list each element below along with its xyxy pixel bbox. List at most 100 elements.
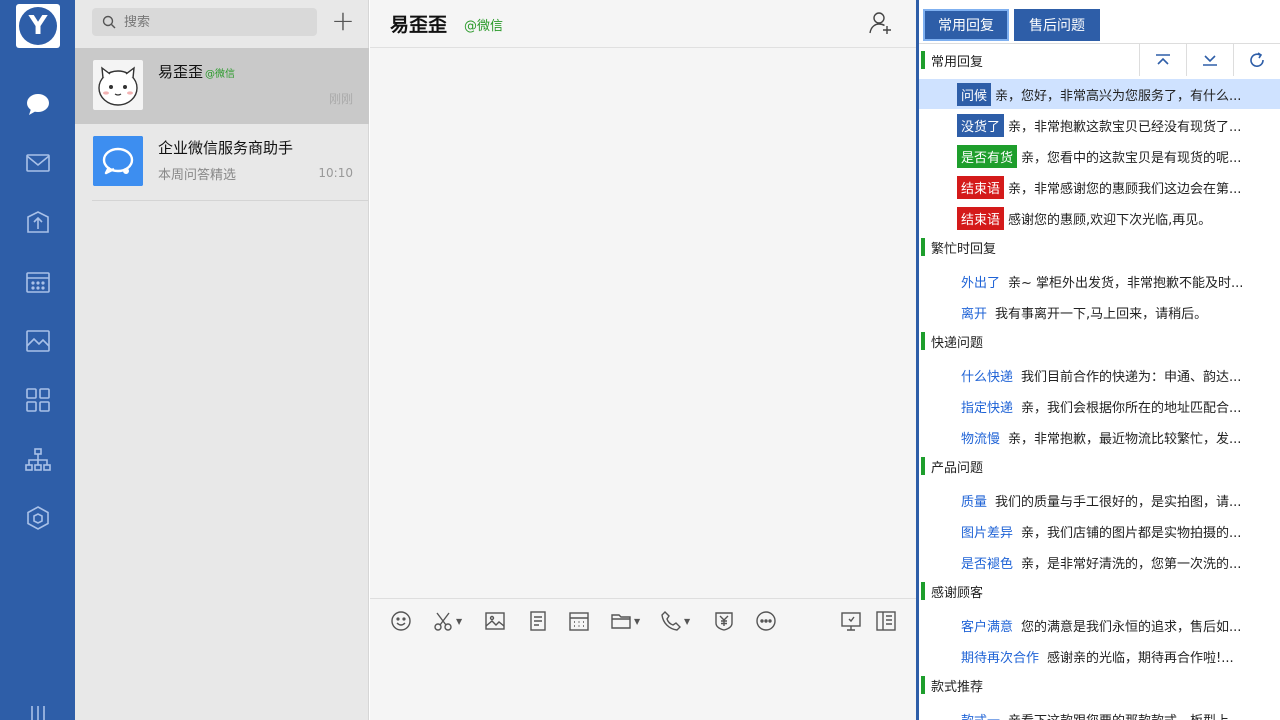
gallery-icon[interactable] xyxy=(22,325,54,357)
chat-toolbar: ▼ ▼ ▼ xyxy=(370,598,916,642)
box-icon[interactable] xyxy=(22,207,54,239)
image-icon[interactable] xyxy=(484,609,506,633)
reply-key: 款式一 xyxy=(957,708,1004,720)
folder-icon[interactable]: ▼ xyxy=(610,609,640,633)
quick-reply-panel: 常用回复 售后问题 常用回复 问候 亲，您好，非常高兴为您服务了，有什么... 没货了… xyxy=(916,0,1280,720)
chat-title: 易歪歪 xyxy=(390,14,448,36)
reply-row[interactable]: 问候 亲，您好，非常高兴为您服务了，有什么... xyxy=(919,79,1280,109)
conversation-time: 刚刚 xyxy=(328,92,353,106)
section-title: 快递问题 xyxy=(931,335,984,351)
reply-text: 您的满意是我们永恒的追求，售后如... xyxy=(1021,619,1242,635)
message-area[interactable] xyxy=(370,48,916,598)
reply-text: 亲，非常抱歉，最近物流比较繁忙，发... xyxy=(1008,431,1242,447)
reply-text: 亲，您看中的这款宝贝是有现货的呢... xyxy=(1021,150,1242,166)
search-icon xyxy=(102,15,116,29)
settings-icon[interactable] xyxy=(22,700,54,720)
reply-row[interactable]: 物流慢 亲，非常抱歉，最近物流比较繁忙，发... xyxy=(919,422,1280,452)
tab-after-sales[interactable]: 售后问题 xyxy=(1014,9,1100,41)
payment-icon[interactable] xyxy=(713,609,735,633)
reply-row[interactable]: 是否有货 亲，您看中的这款宝贝是有现货的呢... xyxy=(919,141,1280,171)
reply-key: 物流慢 xyxy=(961,431,1001,447)
conversation-item[interactable]: 易歪歪 @微信 刚刚 xyxy=(75,48,369,124)
apps-icon[interactable] xyxy=(22,384,54,416)
reply-key: 图片差异 xyxy=(961,525,1014,541)
section-header[interactable]: 款式推荐 xyxy=(921,671,1280,699)
reply-text: 亲，是非常好清洗的，您第一次洗的... xyxy=(1021,556,1242,572)
section-title: 常用回复 xyxy=(931,54,984,70)
section-header[interactable]: 快递问题 xyxy=(921,327,1280,355)
reply-text: 感谢您的惠顾,欢迎下次光临,再见。 xyxy=(1008,212,1212,228)
calculator-icon[interactable] xyxy=(568,609,590,633)
calendar-icon[interactable] xyxy=(22,266,54,298)
reply-key: 质量 xyxy=(961,494,988,510)
cube-icon[interactable] xyxy=(22,502,54,534)
reply-row[interactable]: 离开 我有事离开一下,马上回来，请稍后。 xyxy=(919,297,1280,327)
chat-area: 易歪歪 @微信 ▼ ▼ ▼ xyxy=(370,0,916,720)
chat-icon[interactable] xyxy=(22,88,54,120)
chat-header: 易歪歪 @微信 xyxy=(370,0,916,48)
reply-row[interactable]: 什么快递 我们目前合作的快递为：申通、韵达... xyxy=(919,360,1280,390)
reply-key: 是否有货 xyxy=(957,144,1018,168)
section-title: 感谢顾客 xyxy=(931,585,984,601)
reply-key: 是否褪色 xyxy=(961,556,1014,572)
reply-text: 我有事离开一下,马上回来，请稍后。 xyxy=(995,306,1208,322)
reply-row[interactable]: 指定快递 亲，我们会根据你所在的地址匹配合... xyxy=(919,391,1280,421)
file-icon[interactable] xyxy=(527,609,549,633)
reply-row[interactable]: 结束语 感谢您的惠顾,欢迎下次光临,再见。 xyxy=(919,203,1280,233)
reply-row[interactable]: 质量 我们的质量与手工很好的，是实拍图，请... xyxy=(919,485,1280,515)
emoji-icon[interactable] xyxy=(390,609,412,633)
reply-row[interactable]: 客户满意 您的满意是我们永恒的追求，售后如... xyxy=(919,610,1280,640)
reply-row[interactable]: 是否褪色 亲，是非常好清洗的，您第一次洗的... xyxy=(919,547,1280,577)
reply-text: 亲，非常抱歉这款宝贝已经没有现货了... xyxy=(1008,119,1242,135)
reply-text: 亲，我们店铺的图片都是实物拍摄的... xyxy=(1021,525,1242,541)
reply-key: 结束语 xyxy=(957,175,1005,199)
reply-row[interactable]: 外出了 亲~ 掌柜外出发货，非常抱歉不能及时... xyxy=(919,266,1280,296)
logo-letter: Y xyxy=(19,7,57,45)
tab-common-replies[interactable]: 常用回复 xyxy=(923,9,1009,41)
reply-row[interactable]: 图片差异 亲，我们店铺的图片都是实物拍摄的... xyxy=(919,516,1280,546)
chat-title-tag: @微信 xyxy=(464,19,504,34)
app-logo[interactable]: Y xyxy=(16,4,60,48)
divider xyxy=(92,200,368,201)
section-header[interactable]: 繁忙时回复 xyxy=(921,233,1280,261)
reply-text: 我们目前合作的快递为：申通、韵达... xyxy=(1021,369,1242,385)
panel-tabs: 常用回复 售后问题 xyxy=(919,0,1280,44)
conversation-item[interactable]: 企业微信服务商助手 本周问答精选 10:10 xyxy=(75,124,369,200)
section-title: 款式推荐 xyxy=(931,679,984,695)
search-box[interactable] xyxy=(92,8,317,36)
reply-text: 亲~ 掌柜外出发货，非常抱歉不能及时... xyxy=(1008,275,1244,291)
section-header[interactable]: 常用回复 xyxy=(921,46,1280,74)
section-marker xyxy=(921,238,925,256)
wechat-tag: @微信 xyxy=(205,69,236,80)
phone-icon[interactable]: ▼ xyxy=(660,609,690,633)
search-input[interactable] xyxy=(124,14,304,30)
add-member-icon[interactable] xyxy=(868,10,894,36)
mail-icon[interactable] xyxy=(22,147,54,179)
section-marker xyxy=(921,676,925,694)
scissors-icon[interactable]: ▼ xyxy=(432,609,462,633)
section-header[interactable]: 感谢顾客 xyxy=(921,577,1280,605)
nav-rail: Y xyxy=(0,0,75,720)
conversation-name: 企业微信服务商助手 xyxy=(158,139,294,157)
section-title: 产品问题 xyxy=(931,460,984,476)
reply-key: 结束语 xyxy=(957,206,1005,230)
conversation-preview: 本周问答精选 xyxy=(158,168,237,183)
section-header[interactable]: 产品问题 xyxy=(921,452,1280,480)
reply-text: 亲，我们会根据你所在的地址匹配合... xyxy=(1021,400,1242,416)
message-input[interactable] xyxy=(370,642,916,720)
reply-key: 没货了 xyxy=(957,113,1005,137)
section-marker xyxy=(921,332,925,350)
reply-row[interactable]: 期待再次合作 感谢亲的光临，期待再合作啦!... xyxy=(919,641,1280,671)
org-icon[interactable] xyxy=(22,444,54,476)
more-icon[interactable] xyxy=(755,609,777,633)
reply-text: 感谢亲的光临，期待再合作啦!... xyxy=(1047,650,1234,666)
reply-row[interactable]: 结束语 亲，非常感谢您的惠顾我们这边会在第... xyxy=(919,172,1280,202)
add-conversation-button[interactable]: + xyxy=(329,7,357,36)
section-marker xyxy=(921,457,925,475)
reply-row[interactable]: 没货了 亲，非常抱歉这款宝贝已经没有现货了... xyxy=(919,110,1280,140)
conversation-name-text: 易歪歪 xyxy=(158,63,204,81)
section-marker xyxy=(921,582,925,600)
panel-icon[interactable] xyxy=(875,609,897,633)
reply-row[interactable]: 款式一亲看下这款跟您要的那款款式，板型上... xyxy=(919,704,1280,720)
screen-icon[interactable] xyxy=(840,609,862,633)
